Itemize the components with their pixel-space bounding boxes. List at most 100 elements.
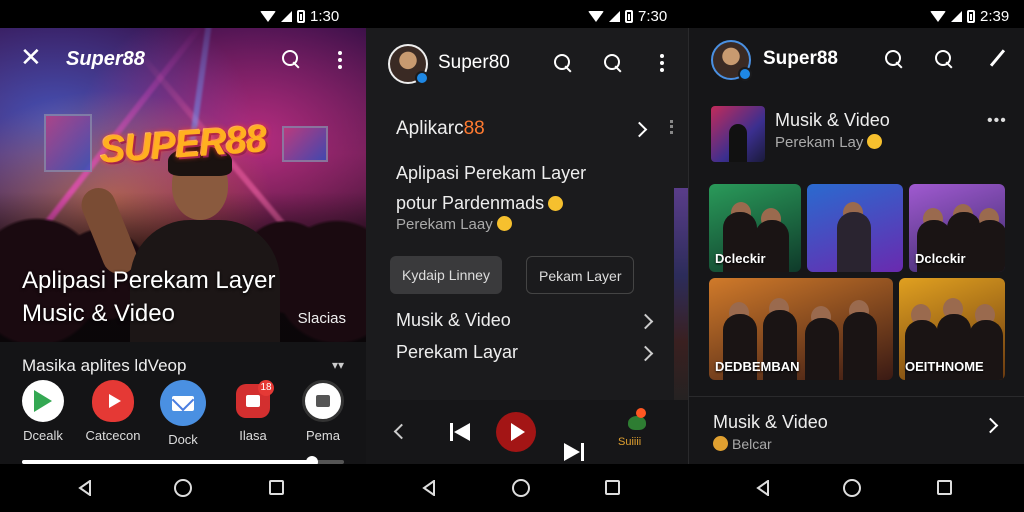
app-shortcut[interactable]: Dcealk [8,380,78,447]
video-tile[interactable] [807,184,903,272]
skip-previous-icon[interactable] [450,422,472,442]
chevron-left-icon[interactable] [393,423,410,440]
search-icon[interactable] [885,50,905,70]
recents-icon[interactable] [605,480,620,495]
hero-title-line1: Aplipasi Perekam Layer [22,267,276,294]
tree-icon[interactable] [624,408,650,430]
smile-emoji-icon [867,134,883,149]
battery-icon [297,10,305,23]
battery-icon [625,10,633,23]
avatar-small [713,436,728,451]
skip-next-icon[interactable] [562,442,584,462]
status-time: 7:30 [638,8,668,25]
smile-emoji-icon [496,216,512,231]
app-description: Aplipasi Perekam Layer potur Pardenmads [396,158,646,218]
app-label: Pema [306,428,340,443]
tile-label: Dclcckir [915,251,966,266]
recents-icon[interactable] [937,480,952,495]
next-screen-peek [674,188,688,408]
link-musik-video[interactable]: Musik & Video [396,310,511,331]
lock-icon [302,380,344,422]
album-thumbnail[interactable] [711,106,765,162]
scroll-handle[interactable] [670,120,673,134]
wifi-icon [260,11,276,22]
back-icon[interactable] [422,479,436,497]
more-horizontal-icon[interactable]: ••• [987,112,1007,130]
header-title: Musik & Video [775,110,890,130]
status-cluster-1: 1:30 [260,8,339,25]
avatar[interactable] [711,40,752,81]
close-icon[interactable]: ✕ [20,44,42,70]
screen-library: Super88 Musik & Video Perekam Lay ••• Dc… [688,28,1024,464]
divider [689,396,1024,397]
search-icon[interactable] [604,54,624,74]
system-nav-bar [0,464,1024,512]
app-shortcut[interactable]: Pema [288,380,358,447]
app-label: Ilasa [239,428,267,443]
stage-screen [44,114,92,172]
chevron-down-icon[interactable]: ▾▾ [332,358,344,372]
app-subtitle: Perekam Laay [396,216,512,233]
chevron-right-icon[interactable] [631,121,648,138]
tile-label: Dcleckir [715,251,766,266]
home-icon[interactable] [174,479,192,497]
screen-app-detail: Super80 Aplikarc88 Aplipasi Perekam Laye… [366,28,688,464]
status-time: 1:30 [310,8,340,25]
video-tile[interactable]: Dclcckir [909,184,1005,272]
app-label: Catcecon [85,428,141,443]
list-title[interactable]: Musik & Video [713,412,828,433]
hero-title-line2: Music & Video [22,300,175,327]
play-button[interactable] [496,412,536,452]
app-label[interactable]: Aplikarc88 [396,118,485,140]
avatar[interactable] [388,44,429,85]
youtube-icon [92,380,134,422]
verified-icon [738,67,752,81]
app-label-suffix: 88 [463,118,485,139]
header-subtitle: Perekam Lay [775,134,883,151]
verified-icon [415,71,429,85]
more-icon[interactable] [660,54,664,72]
desc-line2: potur Pardenmads [396,188,646,218]
video-tile[interactable]: OEITHNOME [899,278,1005,380]
back-icon[interactable] [78,479,92,497]
chevron-right-icon[interactable] [637,313,654,330]
notification-badge: 18 [258,380,274,396]
chip-inactive[interactable]: Pekam Layer [526,256,635,294]
chip-active[interactable]: Kydaip Linney [390,256,502,294]
app-shortcut[interactable]: 18 Ilasa [218,380,288,447]
screen-now-playing: SUPER88 ✕ Super88 Aplipasi Perekam Layer… [0,28,366,464]
video-tile[interactable]: DEDBEMBAN [709,278,893,380]
video-grid: Dcleckir Dclcckir DEDBEMBAN OEITHNOME [709,184,1005,380]
app-shortcut[interactable]: Dock [148,380,218,447]
more-icon[interactable] [338,51,342,69]
battery-icon [967,10,975,23]
signal-icon [609,11,620,22]
search-icon[interactable] [935,50,955,70]
chevron-right-icon[interactable] [637,345,654,362]
section-title: Masika aplites ldVeop [22,356,187,375]
app-shortcuts: Dcealk Catcecon Dock 18 Ilasa Pema [8,380,358,447]
media-icon: 18 [236,380,274,418]
edit-icon[interactable] [989,48,1006,68]
search-icon[interactable] [282,50,302,70]
status-time: 2:39 [980,8,1010,25]
wifi-icon [930,11,946,22]
app-brand: Super80 [438,52,510,73]
list-subtitle: Belcar [713,436,772,452]
mail-icon [160,380,206,426]
home-icon[interactable] [512,479,530,497]
home-icon[interactable] [843,479,861,497]
search-icon[interactable] [554,54,574,74]
back-icon[interactable] [756,479,770,497]
app-brand: Super88 [66,48,145,70]
app-shortcut[interactable]: Catcecon [78,380,148,447]
hero-tag: Slacias [297,310,346,327]
chevron-right-icon[interactable] [982,417,999,434]
video-tile[interactable]: Dcleckir [709,184,801,272]
recents-icon[interactable] [269,480,284,495]
smile-emoji-icon [548,196,564,211]
app-label: Dock [168,432,198,447]
link-perekam-layar[interactable]: Perekam Layar [396,342,518,363]
player-label: Suiiii [618,436,642,448]
app-label: Dcealk [23,428,63,443]
